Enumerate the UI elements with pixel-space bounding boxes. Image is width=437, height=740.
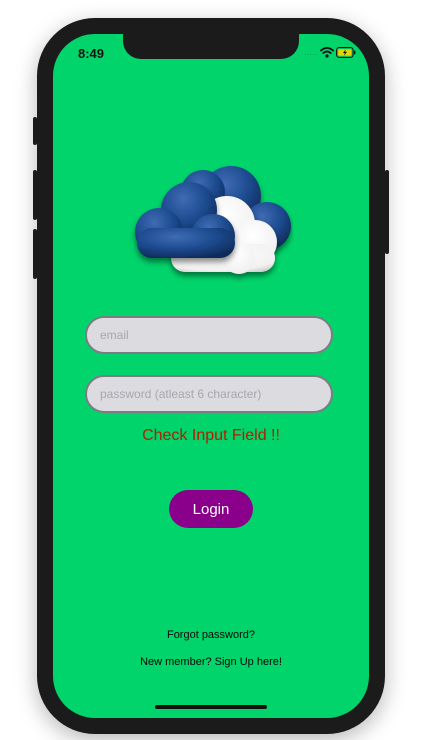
wifi-icon bbox=[320, 47, 334, 58]
notch bbox=[123, 34, 299, 59]
volume-down-button bbox=[33, 229, 37, 279]
email-field[interactable] bbox=[85, 316, 333, 354]
volume-up-button bbox=[33, 170, 37, 220]
mute-switch bbox=[33, 117, 37, 145]
status-icons: ····· bbox=[304, 46, 358, 60]
error-message: Check Input Field !! bbox=[142, 427, 280, 444]
status-time: 8:49 bbox=[78, 46, 105, 61]
device-frame: 8:49 ····· email Check Input Field !! Lo… bbox=[0, 0, 437, 740]
forgot-password-link[interactable]: Forgot password? bbox=[53, 629, 369, 641]
battery-charging-icon bbox=[336, 47, 356, 58]
signal-dots-icon: ····· bbox=[304, 50, 318, 59]
login-button[interactable]: Login bbox=[169, 490, 253, 528]
home-indicator bbox=[155, 705, 267, 709]
app-screen: 8:49 ····· email Check Input Field !! Lo… bbox=[53, 34, 369, 718]
sign-up-link[interactable]: New member? Sign Up here! bbox=[53, 656, 369, 668]
power-button bbox=[385, 170, 389, 254]
cloud-icon bbox=[135, 166, 291, 274]
password-field[interactable] bbox=[85, 375, 333, 413]
